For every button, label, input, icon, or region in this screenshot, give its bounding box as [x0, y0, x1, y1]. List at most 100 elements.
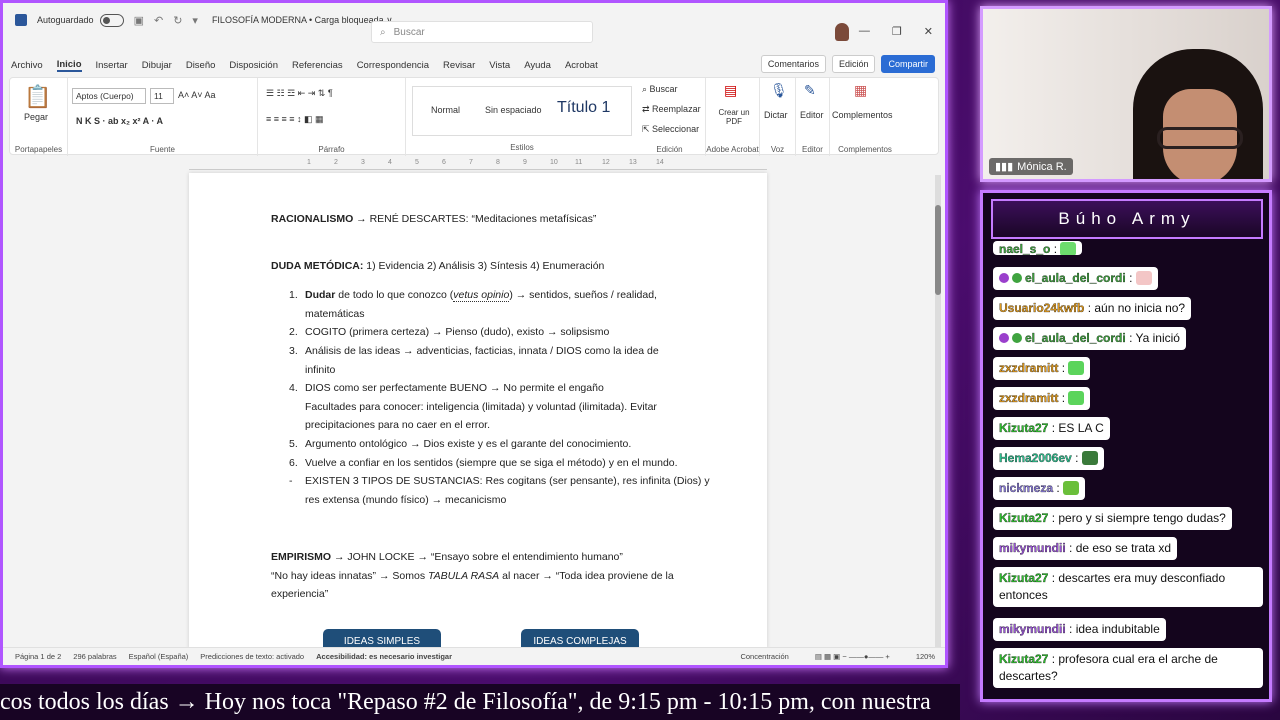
- menu-inicio[interactable]: Inicio: [56, 59, 82, 72]
- style-title1[interactable]: Título 1: [557, 99, 610, 117]
- chat-username[interactable]: Hema2006ev: [999, 451, 1072, 465]
- menu-ayuda[interactable]: Ayuda: [524, 60, 551, 71]
- editor-label[interactable]: Editor: [800, 110, 824, 120]
- badge-icon: [999, 273, 1009, 283]
- redo-icon[interactable]: ↻: [173, 14, 182, 27]
- document-page[interactable]: RACIONALISMO → RENÉ DESCARTES: “Meditaci…: [189, 173, 767, 653]
- empiricism-line2: “No hay ideas innatas” → Somos TABULA RA…: [271, 570, 674, 582]
- search-placeholder: Buscar: [393, 26, 425, 38]
- minimize-icon[interactable]: —: [859, 25, 870, 38]
- replace-button[interactable]: ⇄ Reemplazar: [642, 104, 701, 115]
- list-item: EXISTEN 3 TIPOS DE SUSTANCIAS: Res cogit…: [305, 475, 710, 487]
- chat-message: mikymundii : de eso se trata xd: [993, 537, 1178, 560]
- share-button[interactable]: Compartir: [881, 55, 935, 73]
- menu-acrobat[interactable]: Acrobat: [565, 60, 598, 71]
- editing-button[interactable]: Edición: [831, 55, 876, 73]
- chat-username[interactable]: Kizuta27: [999, 571, 1049, 585]
- document-title[interactable]: FILOSOFÍA MODERNA • Carga bloqueada ∨: [212, 15, 393, 26]
- chat-username[interactable]: zxzdramitt: [999, 361, 1059, 375]
- search-input[interactable]: ⌕ Buscar: [371, 21, 593, 43]
- ruler-tick: 5: [415, 159, 419, 166]
- chat-text: : idea indubitable: [1069, 622, 1160, 636]
- accessibility-status[interactable]: Accesibilidad: es necesario investigar: [316, 652, 452, 661]
- chat-text: : aún no inicia no?: [1087, 301, 1186, 315]
- chat-username[interactable]: nickmeza: [999, 481, 1053, 495]
- list-number: 3.: [289, 345, 298, 357]
- format-buttons[interactable]: N K S · ab x₂ x² A · A: [76, 116, 163, 126]
- chat-username[interactable]: Usuario24kwfb: [999, 301, 1085, 315]
- menu-archivo[interactable]: Archivo: [11, 60, 43, 71]
- editor-icon[interactable]: ✎: [804, 82, 816, 99]
- menu-dibujar[interactable]: Dibujar: [142, 60, 172, 71]
- vertical-scrollbar[interactable]: [935, 175, 941, 647]
- menu-referencias[interactable]: Referencias: [292, 60, 343, 71]
- chat-username[interactable]: el_aula_del_cordi: [1025, 271, 1126, 285]
- menu-diseno[interactable]: Diseño: [186, 60, 216, 71]
- clipboard-group: 📋 Pegar Portapapeles: [10, 78, 68, 156]
- create-pdf-label[interactable]: Crear un PDF: [714, 108, 754, 126]
- chat-message: Kizuta27 : profesora cual era el arche d…: [993, 648, 1263, 688]
- select-button[interactable]: ⇱ Seleccionar: [642, 124, 699, 135]
- menu-insertar[interactable]: Insertar: [96, 60, 128, 71]
- menu-disposicion[interactable]: Disposición: [229, 60, 278, 71]
- font-name-select[interactable]: Aptos (Cuerpo): [72, 88, 146, 104]
- verified-icon: [1012, 273, 1022, 283]
- list-item: COGITO (primera certeza) → Pienso (dudo)…: [305, 326, 610, 338]
- menu-revisar[interactable]: Revisar: [443, 60, 475, 71]
- font-size-select[interactable]: 11: [150, 88, 174, 104]
- chat-text: : Ya inició: [1129, 331, 1180, 345]
- chat-username[interactable]: Kizuta27: [999, 511, 1049, 525]
- autosave-toggle[interactable]: [99, 13, 124, 27]
- list-buttons[interactable]: ☰ ☷ ☲ ⇤ ⇥ ⇅ ¶: [266, 88, 333, 99]
- chat-username[interactable]: mikymundii: [999, 622, 1066, 636]
- menu-vista[interactable]: Vista: [489, 60, 510, 71]
- paste-icon[interactable]: 📋: [24, 84, 51, 110]
- language[interactable]: Español (España): [129, 652, 189, 661]
- restore-icon[interactable]: ❐: [892, 25, 902, 38]
- font-size-buttons[interactable]: A˄ A˅ Aa: [178, 90, 216, 100]
- word-count[interactable]: 296 palabras: [73, 652, 116, 661]
- ruler-tick: 4: [388, 159, 392, 166]
- dictate-label[interactable]: Dictar: [764, 110, 788, 120]
- zoom-level[interactable]: 120%: [916, 652, 935, 661]
- menu-correspondencia[interactable]: Correspondencia: [357, 60, 429, 71]
- chat-username[interactable]: nael_s_o: [999, 242, 1051, 255]
- chat-username[interactable]: el_aula_del_cordi: [1025, 331, 1126, 345]
- chat-username[interactable]: Kizuta27: [999, 421, 1049, 435]
- pdf-icon[interactable]: ▤: [724, 82, 737, 99]
- user-avatar[interactable]: [835, 23, 849, 41]
- microphone-icon[interactable]: 🎙: [770, 82, 788, 99]
- view-icons[interactable]: ▤ ▦ ▣ − ——●—— +: [815, 652, 890, 661]
- list-item-cont: infinito: [305, 364, 336, 376]
- close-icon[interactable]: ✕: [924, 25, 933, 38]
- font-group: Aptos (Cuerpo) 11 A˄ A˅ Aa N K S · ab x₂…: [68, 78, 258, 156]
- style-normal[interactable]: Normal: [431, 105, 460, 115]
- ruler-tick: 2: [334, 159, 338, 166]
- text-predictions[interactable]: Predicciones de texto: activado: [200, 652, 304, 661]
- undo-icon[interactable]: ↶: [154, 14, 163, 27]
- empiricism-heading: EMPIRISMO → JOHN LOCKE → “Ensayo sobre e…: [271, 551, 623, 563]
- chat-message: nickmeza :: [993, 477, 1086, 500]
- find-button[interactable]: ⌕ Buscar: [642, 84, 678, 95]
- addins-icon[interactable]: ▦: [854, 82, 867, 99]
- addins-label[interactable]: Complementos: [832, 110, 893, 120]
- chat-username[interactable]: Kizuta27: [999, 652, 1049, 666]
- ruler-tick: 13: [629, 159, 637, 166]
- emote-icon: [1068, 391, 1085, 405]
- voice-group: 🎙 Dictar Voz: [760, 78, 796, 156]
- focus-mode[interactable]: Concentración: [740, 652, 788, 661]
- comments-button[interactable]: Comentarios: [760, 55, 826, 73]
- page-count[interactable]: Página 1 de 2: [15, 652, 61, 661]
- replace-label: Reemplazar: [652, 104, 701, 114]
- ruler-tick: 11: [575, 159, 583, 166]
- save-icon[interactable]: ▣: [134, 14, 144, 27]
- item-italic: vetus opinio: [453, 289, 510, 302]
- word-window: Autoguardado ▣ ↶ ↻ ▾ FILOSOFÍA MODERNA •…: [0, 0, 948, 668]
- align-buttons[interactable]: ≡ ≡ ≡ ≡ ↕ ◧ ▦: [266, 114, 324, 125]
- style-no-spacing[interactable]: Sin espaciado: [485, 105, 542, 115]
- customize-icon[interactable]: ▾: [192, 14, 198, 27]
- chat-username[interactable]: mikymundii: [999, 541, 1066, 555]
- list-item: Argumento ontológico → Dios existe y es …: [305, 438, 632, 450]
- chat-username[interactable]: zxzdramitt: [999, 391, 1059, 405]
- editing-group-label: Edición: [656, 145, 683, 154]
